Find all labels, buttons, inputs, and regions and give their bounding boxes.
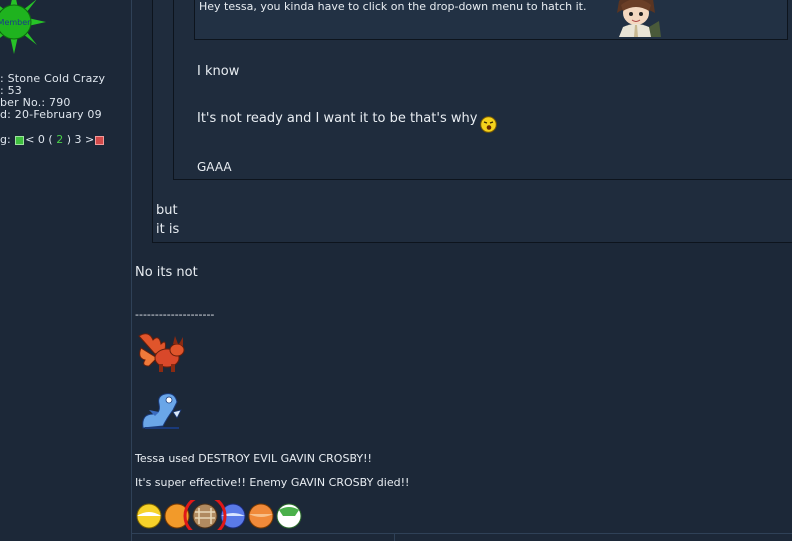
member-badge-icon: Member — [0, 0, 46, 54]
reply-text: No its not — [135, 265, 198, 280]
anime-avatar-image — [617, 0, 661, 37]
gauge-right: ) 3 > — [66, 133, 95, 146]
inner-quote-text: Hey tessa, you kinda have to click on th… — [199, 0, 587, 13]
user-joined-date: d: 20-February 09 — [0, 108, 102, 121]
mid-quote-line-2: It's not ready and I want it to be that'… — [197, 111, 478, 126]
gauge-value: 2 — [56, 133, 64, 146]
dratini-sprite — [142, 393, 182, 429]
gauge-left: < 0 ( — [25, 133, 53, 146]
gauge-prefix: g: — [0, 133, 11, 146]
outer-quote-line-1: but — [156, 203, 178, 218]
user-info-sidebar: Member : Stone Cold Crazy : 53 ber No.: … — [0, 0, 132, 541]
pokemon-eggs-row[interactable] — [135, 500, 315, 530]
reputation-gauge: g: < 0 ( 2 ) 3 > — [0, 133, 105, 146]
mid-quote-line-3: GAAA — [197, 160, 232, 174]
signature-separator: -------------------- — [135, 308, 215, 321]
post-footer-divider-vertical — [394, 533, 395, 541]
signature-line-1: Tessa used DESTROY EVIL GAVIN CROSBY!! — [135, 452, 372, 465]
rep-up-icon[interactable] — [15, 135, 25, 145]
post-body: Hey tessa, you kinda have to click on th… — [132, 0, 792, 541]
quote-block-inner: Hey tessa, you kinda have to click on th… — [194, 0, 788, 40]
quote-block-mid: Hey tessa, you kinda have to click on th… — [173, 0, 792, 180]
mid-quote-line-1: I know — [197, 64, 240, 79]
laughing-smiley-icon — [480, 116, 497, 133]
quote-block-outer: Hey tessa, you kinda have to click on th… — [152, 0, 792, 243]
vulpix-sprite — [138, 333, 185, 372]
signature-line-2: It's super effective!! Enemy GAVIN CROSB… — [135, 476, 410, 489]
outer-quote-line-2: it is — [156, 222, 180, 237]
svg-text:Member: Member — [0, 18, 31, 27]
post-footer-divider — [132, 533, 792, 534]
rep-down-icon[interactable] — [95, 135, 105, 145]
